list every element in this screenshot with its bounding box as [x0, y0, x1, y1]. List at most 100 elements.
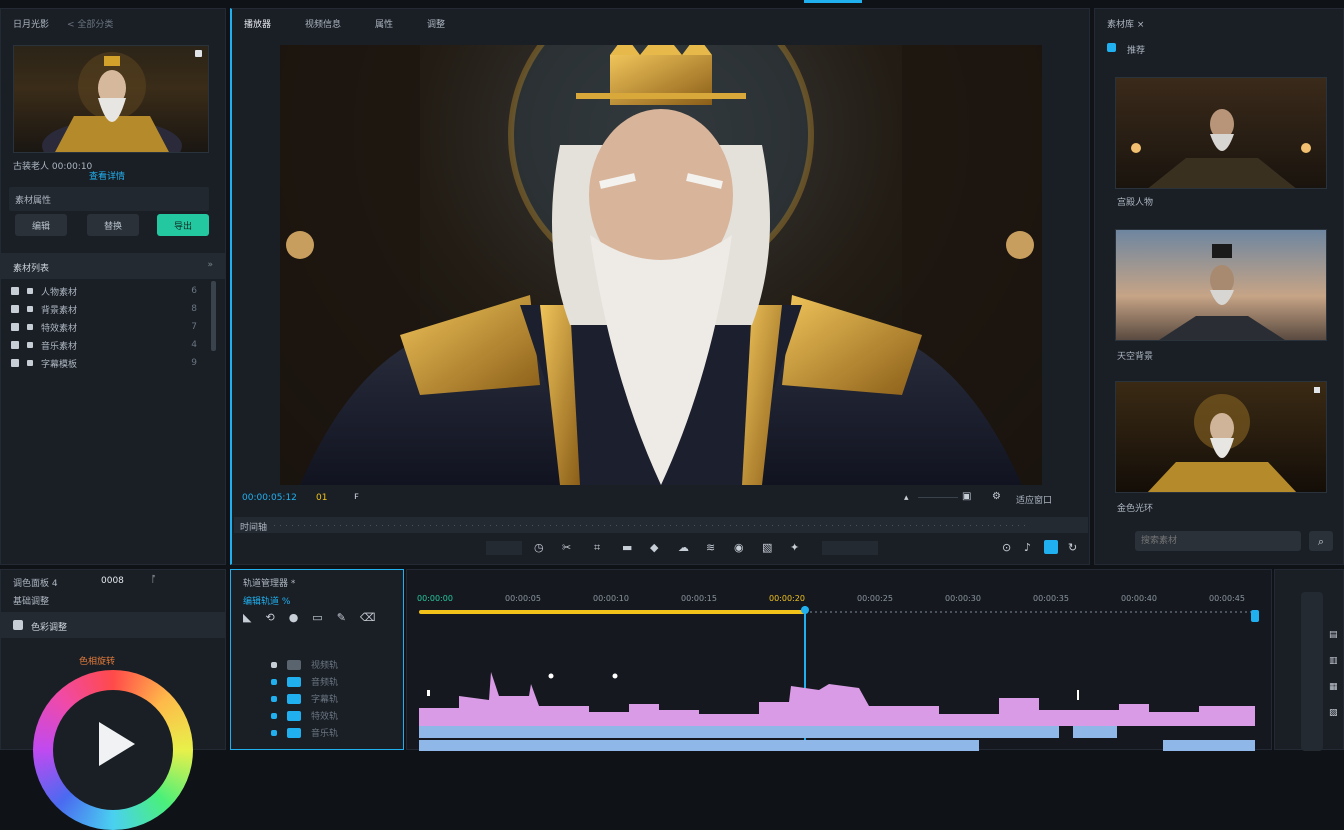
track-toggle[interactable]: [287, 693, 301, 704]
video-preview[interactable]: [280, 45, 1042, 485]
track-panel-sub[interactable]: 编辑轨道 %: [243, 594, 290, 607]
delete-icon[interactable]: ⌫: [360, 612, 376, 623]
track-toggle[interactable]: [287, 710, 301, 721]
asset-label: 特效素材: [41, 323, 78, 334]
save-icon[interactable]: ▣: [962, 491, 971, 502]
timeline-track-line: [805, 611, 1255, 613]
asset-list-item[interactable]: 音乐素材 4: [11, 337, 215, 353]
thumb-caption: 宫殿人物: [1117, 198, 1154, 208]
track-toggle[interactable]: [287, 676, 301, 687]
tab-video-info[interactable]: 视频信息: [305, 17, 341, 30]
flag-icon[interactable]: ᚩ: [151, 575, 156, 586]
track-lock-icon[interactable]: [271, 729, 277, 736]
audio-clip-4[interactable]: [1163, 740, 1255, 751]
record-icon[interactable]: ◉: [734, 542, 744, 553]
reload-icon[interactable]: ↻: [1068, 542, 1077, 553]
track-row[interactable]: 字幕轨: [271, 690, 338, 707]
asset-list-item[interactable]: 特效素材 7: [11, 319, 215, 335]
export-button[interactable]: 导出: [157, 214, 209, 236]
track-lock-icon[interactable]: [271, 695, 277, 702]
zoom-slider[interactable]: [918, 497, 958, 498]
video-track-icon[interactable]: ◣: [243, 612, 251, 623]
snap-icon[interactable]: ▧: [1329, 708, 1338, 719]
tab-player[interactable]: 播放器: [244, 17, 271, 30]
search-button[interactable]: ⌕: [1309, 531, 1333, 551]
collapse-icon[interactable]: »: [207, 260, 213, 271]
track-toggle[interactable]: [287, 659, 301, 670]
screen-icon[interactable]: ▬: [622, 542, 632, 553]
color-panel: 调色面板 4 0008 ᚩ 基础调整 色彩调整 色相旋转: [0, 569, 226, 830]
library-thumb-halo[interactable]: [1115, 381, 1327, 493]
end-marker[interactable]: [1251, 610, 1259, 622]
track-label: 音乐轨: [311, 729, 339, 739]
bed-icon[interactable]: ▭: [312, 612, 322, 623]
track-row[interactable]: 视频轨: [271, 656, 338, 673]
split-icon[interactable]: ✂: [562, 542, 571, 553]
prev-slot[interactable]: [486, 541, 522, 555]
link-icon[interactable]: ⟲: [265, 612, 274, 623]
track-lock-icon[interactable]: [271, 678, 277, 685]
fit-icon[interactable]: ▦: [1329, 682, 1338, 693]
replace-button[interactable]: 替换: [87, 214, 139, 236]
audio-clip-1[interactable]: [419, 726, 1059, 738]
timeline-ruler[interactable]: 00:00:00 00:00:05 00:00:10 00:00:15 00:00:20…: [417, 594, 1263, 606]
color-wheel[interactable]: [33, 670, 193, 830]
fit-window-label[interactable]: 适应窗口: [1016, 493, 1052, 506]
zoom-out-icon[interactable]: ▥: [1329, 656, 1338, 667]
caption-link[interactable]: 查看详情: [89, 169, 125, 182]
media-thumbnail[interactable]: [13, 45, 209, 153]
file-icon: [27, 342, 33, 348]
tab-properties[interactable]: 属性: [375, 17, 393, 30]
thumb-badge-icon: [1314, 387, 1320, 393]
magic-icon[interactable]: ✦: [790, 542, 799, 553]
track-row[interactable]: 特效轨: [271, 707, 338, 724]
track-toggle[interactable]: [287, 727, 301, 738]
track-row[interactable]: 音乐轨: [271, 724, 338, 741]
settings-icon[interactable]: ⚙: [992, 491, 1001, 502]
library-thumb-sky[interactable]: [1115, 229, 1327, 341]
wave-icon[interactable]: ≋: [706, 542, 715, 553]
brush-icon[interactable]: ✎: [337, 612, 346, 623]
folder-icon: [11, 341, 19, 349]
category-menu[interactable]: < 全部分类: [67, 17, 113, 30]
next-slot[interactable]: [822, 541, 878, 555]
right-panel: 素材库 × 推荐 宫殿人物 天空背景 金色光环 ⌕: [1094, 8, 1344, 565]
library-sub[interactable]: 推荐: [1127, 43, 1145, 56]
folder-icon: [11, 287, 19, 295]
ruler-tick-label: 00:00:35: [1033, 594, 1069, 603]
clock-icon[interactable]: ◷: [534, 542, 544, 553]
camera-icon[interactable]: ▴: [904, 493, 909, 504]
search-input[interactable]: [1135, 531, 1301, 551]
edit-button[interactable]: 编辑: [15, 214, 67, 236]
emperor-thumbnail-art: [42, 52, 182, 152]
fullscreen-icon[interactable]: ⊙: [1002, 542, 1011, 553]
tab-adjust[interactable]: 调整: [427, 17, 445, 30]
audio-clip-3[interactable]: [419, 740, 979, 751]
library-thumb-palace[interactable]: [1115, 77, 1327, 189]
cloud-icon[interactable]: ☁: [678, 542, 689, 553]
pin-icon[interactable]: ◆: [650, 542, 658, 553]
audio-icon[interactable]: ♪: [1024, 542, 1031, 553]
circle-icon[interactable]: ●: [289, 612, 299, 623]
track-row[interactable]: 音频轨: [271, 673, 338, 690]
audio-clip-2[interactable]: [1073, 726, 1117, 738]
image-icon[interactable]: ▧: [762, 542, 772, 553]
asset-list-item[interactable]: 字幕模板 9: [11, 355, 215, 371]
active-tool-button[interactable]: [1044, 540, 1058, 554]
track-label: 字幕轨: [311, 695, 339, 705]
play-icon[interactable]: [99, 722, 135, 766]
scrub-bar[interactable]: 时间轴: [234, 517, 1088, 533]
crop-icon[interactable]: ⌗: [594, 542, 600, 553]
track-list: 视频轨 音频轨 字幕轨 特效轨 音乐轨: [271, 656, 338, 741]
asset-list-item[interactable]: 背景素材 8: [11, 301, 215, 317]
library-search[interactable]: [1135, 531, 1301, 551]
track-lock-icon[interactable]: [271, 712, 277, 719]
playhead-handle[interactable]: [801, 606, 809, 614]
zoom-in-icon[interactable]: ▤: [1329, 630, 1338, 641]
audio-waveform[interactable]: [419, 666, 1265, 726]
asset-list-item[interactable]: 人物素材 6: [11, 283, 215, 299]
vertical-scroll[interactable]: [1301, 592, 1323, 751]
list-scrollbar[interactable]: [211, 281, 216, 351]
track-lock-icon[interactable]: [271, 661, 277, 668]
marker-icon[interactable]: ꜰ: [354, 491, 359, 502]
